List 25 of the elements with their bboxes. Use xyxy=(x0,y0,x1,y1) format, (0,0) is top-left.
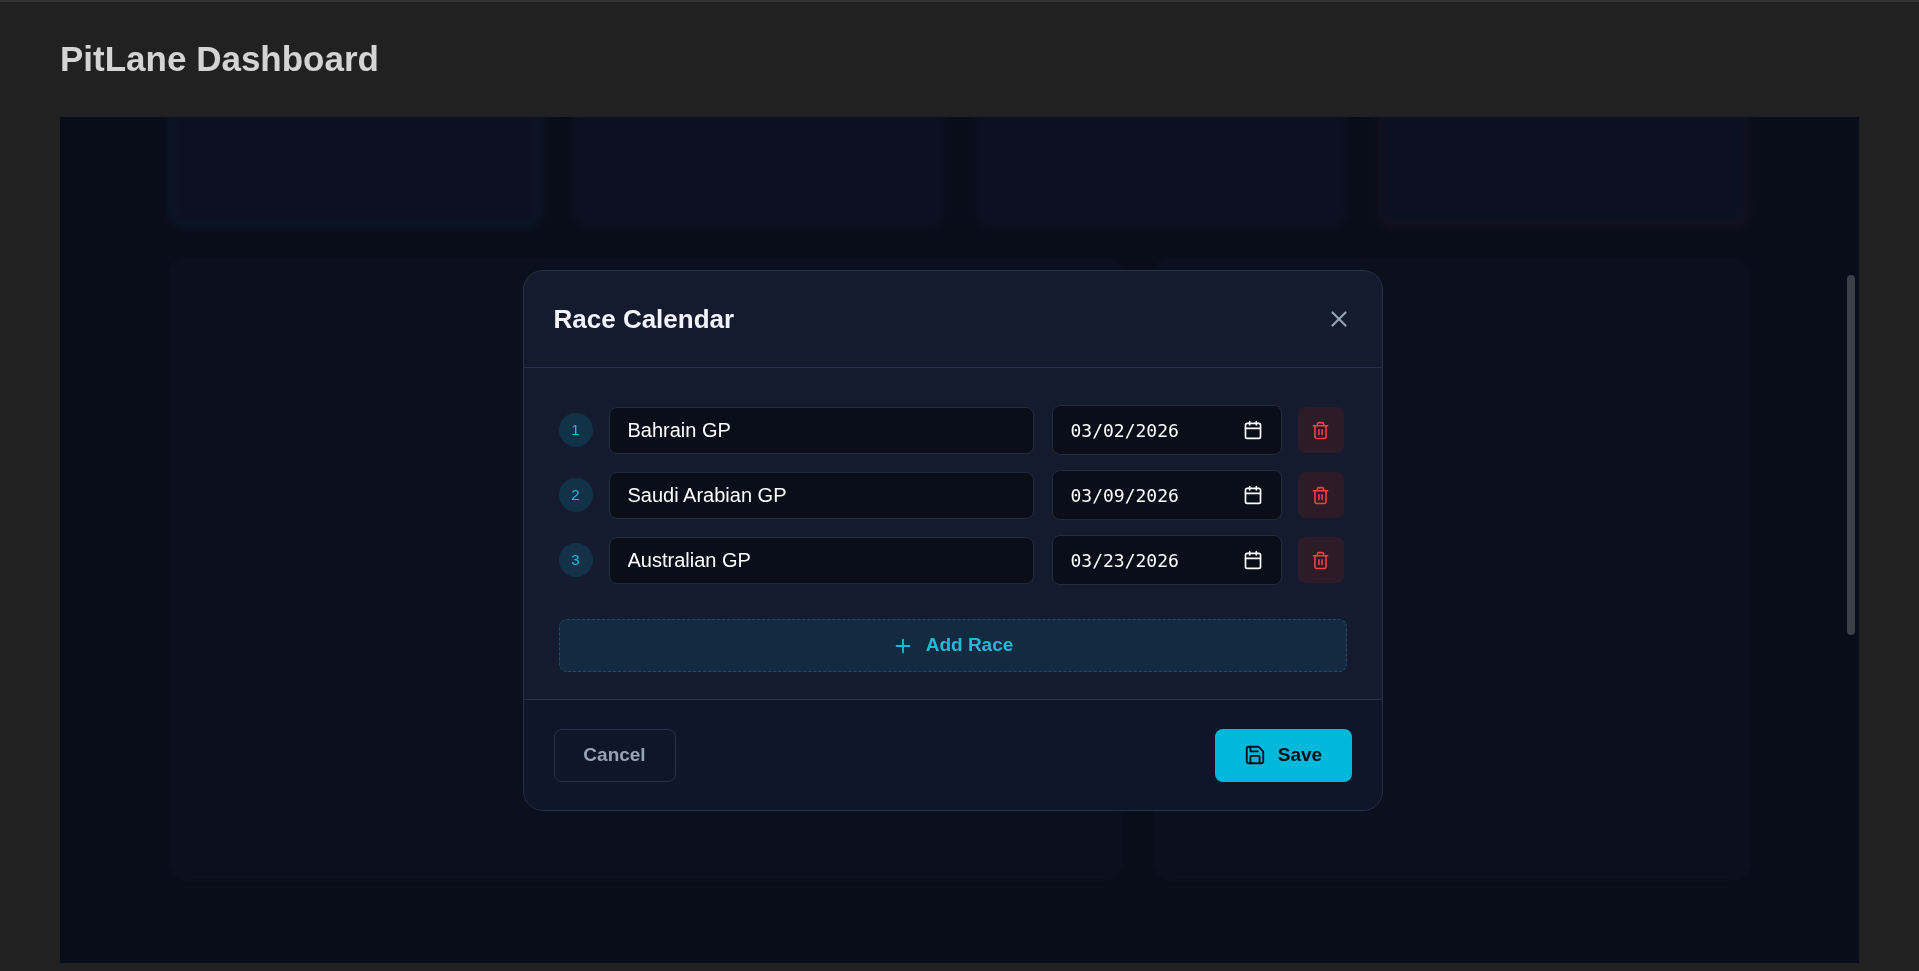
scrollbar[interactable] xyxy=(1847,275,1855,635)
delete-button[interactable] xyxy=(1297,407,1344,453)
calendar-icon[interactable] xyxy=(1242,485,1263,505)
race-name-field[interactable]: Saudi Arabian GP xyxy=(608,471,1034,519)
race-date-field[interactable]: 03/09/2026 xyxy=(1051,470,1282,520)
cancel-button[interactable]: Cancel xyxy=(553,728,676,782)
trash-icon xyxy=(1311,550,1330,570)
calendar-icon[interactable] xyxy=(1242,550,1263,570)
delete-button[interactable] xyxy=(1297,537,1344,583)
race-number: 1 xyxy=(558,413,593,447)
page-title: PitLane Dashboard xyxy=(60,38,379,81)
race-number: 3 xyxy=(558,543,593,577)
save-icon xyxy=(1243,744,1266,766)
trash-icon xyxy=(1311,485,1330,505)
race-number: 2 xyxy=(558,478,593,512)
save-button[interactable]: Save xyxy=(1214,728,1352,782)
add-race-button[interactable]: Add Race xyxy=(558,619,1347,672)
trash-icon xyxy=(1311,420,1330,440)
calendar-icon[interactable] xyxy=(1242,420,1263,440)
race-name-field[interactable]: Australian GP xyxy=(608,536,1034,584)
race-date-field[interactable]: 03/23/2026 xyxy=(1051,535,1282,585)
delete-button[interactable] xyxy=(1297,472,1344,518)
dialog-title: Race Calendar xyxy=(553,302,735,336)
race-date-field[interactable]: 03/02/2026 xyxy=(1051,405,1282,455)
race-name-field[interactable]: Bahrain GP xyxy=(608,406,1034,454)
